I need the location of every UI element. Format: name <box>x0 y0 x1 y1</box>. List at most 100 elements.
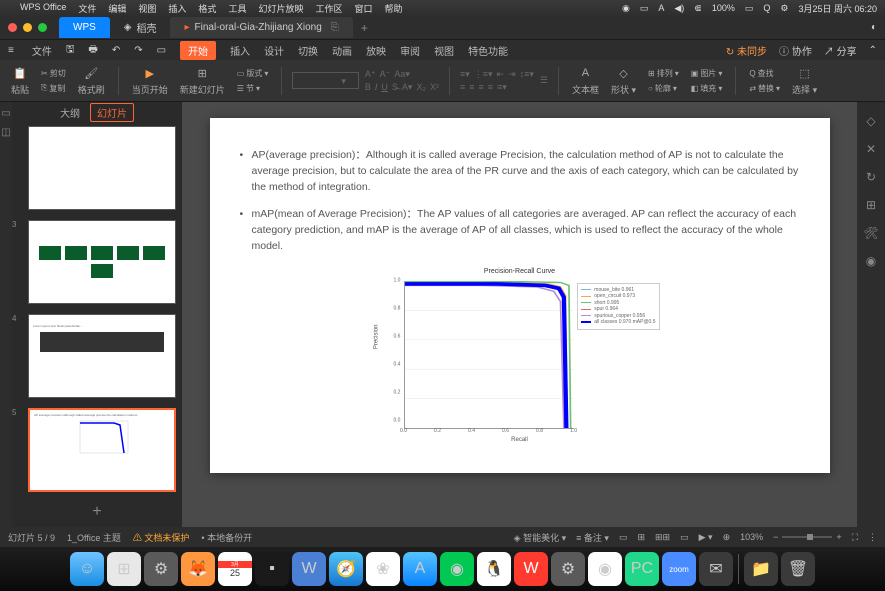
ribbon-collapse-icon[interactable]: ⌃ <box>869 45 877 56</box>
user-account-icon[interactable]: ◐ <box>871 22 877 33</box>
zoom-slider[interactable]: − + <box>773 532 842 542</box>
copy-button[interactable]: ⎘ 复制 <box>38 81 69 96</box>
input-icon[interactable]: A <box>658 3 664 13</box>
dock-terminal[interactable]: ▪ <box>255 552 289 586</box>
panel-tab-slides[interactable]: 幻灯片 <box>90 103 134 122</box>
dock-qq[interactable]: 🐧 <box>477 552 511 586</box>
dock-firefox[interactable]: 🦊 <box>181 552 215 586</box>
qat-preview-icon[interactable]: ▭ <box>157 45 166 56</box>
format-painter-button[interactable]: 🖌 格式刷 <box>75 63 108 98</box>
slide-thumbnail-5[interactable]: AP average precision although called ave… <box>28 408 176 492</box>
qat-undo-icon[interactable]: ↶ <box>112 45 120 56</box>
ribbon-tab-animation[interactable]: 动画 <box>332 43 352 58</box>
layout-button[interactable]: ▭ 版式 ▾ <box>234 66 272 81</box>
window-minimize-button[interactable] <box>23 23 32 32</box>
find-button[interactable]: Q 查找 <box>746 66 783 81</box>
select-button[interactable]: ⬚ 选择 ▾ <box>789 63 820 98</box>
local-backup-status[interactable]: • 本地备份开 <box>201 531 252 544</box>
hamburger-icon[interactable]: ≡ <box>8 45 14 56</box>
replace-button[interactable]: ⇄ 替换 ▾ <box>746 81 783 96</box>
new-slide-button[interactable]: ⊞ 新建幻灯片 <box>177 63 228 98</box>
ribbon-tab-features[interactable]: 特色功能 <box>468 43 508 58</box>
file-menu[interactable]: 文件 <box>32 43 52 58</box>
notes-button[interactable]: ≡ 备注 ▾ <box>576 531 609 544</box>
dock-appstore[interactable]: A <box>403 552 437 586</box>
menu-edit[interactable]: 编辑 <box>108 2 126 15</box>
ribbon-tab-view[interactable]: 视图 <box>434 43 454 58</box>
dock-wps[interactable]: W <box>514 552 548 586</box>
more-icon[interactable]: ⋮ <box>868 532 877 543</box>
align-center-button[interactable]: ≡ <box>469 82 474 93</box>
italic-button[interactable]: I <box>375 82 378 93</box>
dock-sysprefs[interactable]: ⚙ <box>551 552 585 586</box>
indent-increase-button[interactable]: ⇥ <box>508 69 516 80</box>
dock-mail[interactable]: ✉ <box>699 552 733 586</box>
sidebar-icon-4[interactable]: ⊞ <box>866 198 876 212</box>
dock-downloads[interactable]: 📁 <box>744 552 778 586</box>
tab-document[interactable]: ▸ Final-oral-Gia-Zhijiang Xiong ⎘ <box>170 17 352 38</box>
play-from-current-button[interactable]: ▶ 当页开始 <box>129 63 171 98</box>
strikethrough-button[interactable]: S̶ <box>392 82 398 93</box>
zoom-in-button[interactable]: + <box>836 532 841 542</box>
window-close-button[interactable] <box>8 23 17 32</box>
datetime[interactable]: 3月25日 周六 06:20 <box>798 2 877 15</box>
search-icon[interactable]: Q <box>763 3 770 13</box>
tab-daohang[interactable]: ◈ 稻壳 <box>110 17 171 38</box>
dock-photos[interactable]: ❀ <box>366 552 400 586</box>
current-slide[interactable]: AP(average precision)：Although it is cal… <box>210 118 830 473</box>
comment-button[interactable]: ▭ <box>619 532 628 543</box>
font-color-button[interactable]: A▾ <box>402 82 413 93</box>
font-case-button[interactable]: Aa▾ <box>394 69 410 80</box>
ribbon-tab-slideshow[interactable]: 放映 <box>366 43 386 58</box>
align-left-button[interactable]: ≡ <box>460 82 465 93</box>
coop-button[interactable]: ⓘ 协作 <box>779 43 812 58</box>
cut-button[interactable]: ✂ 剪切 <box>38 66 69 81</box>
numbering-button[interactable]: ⋮≡▾ <box>474 69 493 80</box>
text-direction-button[interactable]: ☰ <box>540 75 548 86</box>
menu-slideshow[interactable]: 幻灯片放映 <box>258 2 303 15</box>
highlight-button[interactable]: X₂ <box>416 82 426 93</box>
align-distribute-button[interactable]: ≡▾ <box>497 82 507 93</box>
menu-view[interactable]: 视图 <box>138 2 156 15</box>
left-rail-icon2[interactable]: ◫ <box>1 127 10 138</box>
zoom-percent[interactable]: 103% <box>740 532 763 542</box>
menu-file[interactable]: 文件 <box>78 2 96 15</box>
tab-add-button[interactable]: + <box>361 21 368 35</box>
ribbon-tab-design[interactable]: 设计 <box>264 43 284 58</box>
dock-trash[interactable]: 🗑 <box>781 552 815 586</box>
dock-zoom[interactable]: zoom <box>662 552 696 586</box>
add-slide-button[interactable]: + <box>12 497 182 527</box>
dock-wechat[interactable]: ◉ <box>440 552 474 586</box>
font-increase-button[interactable]: A⁺ <box>365 69 376 80</box>
sync-status[interactable]: ↻ 未同步 <box>726 43 767 58</box>
dock-pycharm[interactable]: PC <box>625 552 659 586</box>
qat-save-icon[interactable]: 🖫 <box>66 42 75 59</box>
app-name[interactable]: WPS Office <box>20 2 66 15</box>
underline-button[interactable]: U <box>381 82 388 93</box>
sidebar-icon-3[interactable]: ↻ <box>866 170 876 184</box>
menu-insert[interactable]: 插入 <box>168 2 186 15</box>
window-maximize-button[interactable] <box>38 23 47 32</box>
outline-button[interactable]: ○ 轮廓 ▾ <box>645 81 682 96</box>
tab-wps-home[interactable]: WPS <box>59 17 110 38</box>
sidebar-icon-6[interactable]: ◉ <box>866 254 876 268</box>
view-sorter-icon[interactable]: ⊞⊞ <box>655 532 670 543</box>
dock-finder[interactable]: ☺ <box>70 552 104 586</box>
sidebar-icon-1[interactable]: ◇ <box>866 114 875 128</box>
dock-launchpad[interactable]: ⊞ <box>107 552 141 586</box>
superscript-button[interactable]: X² <box>430 82 439 93</box>
bold-button[interactable]: B <box>365 82 371 93</box>
dock-safari[interactable]: 🧭 <box>329 552 363 586</box>
view-slideshow-icon[interactable]: ▶ ▾ <box>699 532 713 543</box>
view-reading-icon[interactable]: ▭ <box>680 532 689 543</box>
bullets-button[interactable]: ≡▾ <box>460 69 470 80</box>
slide-thumbnail-4[interactable]: Lorem ipsum text block placeholder... <box>28 314 176 398</box>
zoom-out-button[interactable]: − <box>773 532 778 542</box>
slide-thumbnail-3[interactable] <box>28 220 176 304</box>
indent-decrease-button[interactable]: ⇤ <box>497 69 505 80</box>
font-decrease-button[interactable]: A⁻ <box>380 69 391 80</box>
left-rail-icon[interactable]: ▭ <box>1 108 10 119</box>
align-justify-button[interactable]: ≡ <box>488 82 493 93</box>
qat-redo-icon[interactable]: ↷ <box>134 45 142 56</box>
sidebar-icon-5[interactable]: 🛠 <box>863 226 878 240</box>
